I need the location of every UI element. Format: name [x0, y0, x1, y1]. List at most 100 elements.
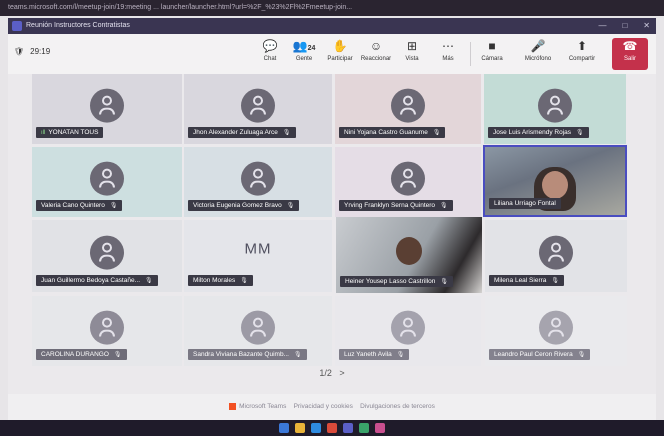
- participant-tile[interactable]: CAROLINA DURANGO 🎙: [32, 296, 182, 366]
- next-page-button[interactable]: >: [339, 368, 344, 378]
- participant-name: ıll YONATAN TOUS: [36, 127, 104, 138]
- page-indicator: 1/2: [319, 368, 332, 378]
- avatar-icon: [90, 161, 124, 196]
- share-button[interactable]: ⬆ Compartir: [564, 38, 600, 70]
- participant-initials: MM: [244, 240, 272, 258]
- close-button[interactable]: ✕: [643, 18, 650, 34]
- footer-brand: Microsoft Teams: [239, 403, 287, 410]
- third-party-link[interactable]: Divulgaciones de terceros: [360, 403, 435, 410]
- react-button[interactable]: ☺ Reaccionar: [358, 38, 394, 70]
- toolbar-divider: [470, 42, 471, 66]
- avatar-icon: [391, 310, 425, 345]
- leave-button[interactable]: ☎ Salir: [612, 38, 648, 70]
- mic-muted-icon: 🎙: [432, 130, 441, 136]
- view-button[interactable]: ⊞ Vista: [394, 38, 430, 70]
- participant-tile[interactable]: ıll YONATAN TOUS: [32, 74, 182, 144]
- mic-muted-icon: 🎙: [576, 130, 584, 136]
- chrome-icon[interactable]: [327, 423, 337, 433]
- mic-muted-icon: 🎙: [294, 352, 302, 358]
- privacy-link[interactable]: Privacidad y cookies: [294, 403, 353, 410]
- more-button[interactable]: ⋯ Más: [430, 38, 466, 70]
- participant-name: Luz Yaneth Avila 🎙: [339, 349, 410, 360]
- window-title: Reunión Instructores Contratistas: [26, 22, 130, 29]
- participant-tile[interactable]: Yrving Franklyn Serna Quintero 🎙: [335, 147, 481, 217]
- avatar-icon: [241, 88, 275, 123]
- participant-name: Sandra Viviana Bazante Quimb... 🎙: [188, 349, 307, 360]
- participant-tile[interactable]: Juan Guillermo Bedoya Castañe... 🎙: [32, 220, 182, 292]
- avatar-icon: [539, 310, 573, 345]
- gallery-pager: 1/2 >: [8, 368, 656, 378]
- participant-name: Jhon Alexander Zuluaga Arce 🎙: [188, 127, 296, 138]
- participant-video-tile[interactable]: Heiner Yousep Lasso Castrillon 🎙: [336, 217, 482, 293]
- participant-name: Leandro Paul Ceron Rivera 🎙: [489, 349, 591, 360]
- mic-muted-icon: 🎙: [286, 203, 295, 209]
- participant-name: Valeria Cano Quintero 🎙: [36, 200, 123, 211]
- teams-icon[interactable]: [343, 423, 353, 433]
- mic-muted-icon: 🎙: [282, 130, 291, 136]
- avatar-icon: [539, 235, 573, 270]
- raise-hand-button[interactable]: ✋ Participar: [322, 38, 358, 70]
- participant-name: Jose Luis Arismendy Rojas 🎙: [488, 127, 589, 138]
- timer-text: 29:19: [30, 47, 51, 56]
- avatar-icon: [90, 235, 124, 270]
- participant-tile[interactable]: Luz Yaneth Avila 🎙: [335, 296, 481, 366]
- minimize-button[interactable]: —: [598, 18, 606, 34]
- participant-name: Victoria Eugenia Gomez Bravo 🎙: [188, 200, 300, 211]
- mic-muted-icon: 🎙: [396, 352, 405, 358]
- participant-name: Heiner Yousep Lasso Castrillon 🎙: [340, 276, 453, 287]
- folder-icon[interactable]: [295, 423, 305, 433]
- camera-button[interactable]: ■ Cámara: [474, 38, 510, 70]
- participant-tile[interactable]: Nini Yojana Castro Guanume 🎙: [335, 74, 481, 144]
- mic-muted-icon: 🎙: [145, 278, 153, 284]
- signal-bars-icon: ıll: [41, 130, 46, 136]
- avatar-icon: [90, 310, 124, 345]
- chat-icon: 💬: [262, 39, 278, 53]
- chat-button[interactable]: 💬 Chat: [252, 38, 288, 70]
- mic-muted-icon: 🎙: [240, 278, 248, 284]
- start-icon[interactable]: [279, 423, 289, 433]
- participant-tile[interactable]: Victoria Eugenia Gomez Bravo 🎙: [184, 147, 332, 217]
- participant-name: Liliana Urriago Fontal: [489, 198, 561, 209]
- microphone-button[interactable]: 🎤 Micrófono: [520, 38, 556, 70]
- video-face: [542, 171, 568, 200]
- app-icon[interactable]: [359, 423, 369, 433]
- participant-video-tile[interactable]: Liliana Urriago Fontal: [483, 145, 627, 217]
- people-button[interactable]: 👥24 Gente: [286, 38, 322, 70]
- meeting-toolbar: 🛡 29:19 💬 Chat 👥24 Gente ✋ Participar ☺ …: [8, 34, 656, 75]
- participant-tile[interactable]: Leandro Paul Ceron Rivera 🎙: [485, 296, 627, 366]
- edge-icon[interactable]: [311, 423, 321, 433]
- os-taskbar: [0, 420, 664, 436]
- mic-muted-icon: 🎙: [577, 352, 586, 358]
- meeting-timer: 🛡 29:19: [14, 47, 50, 56]
- app-icon[interactable]: [375, 423, 385, 433]
- screen: teams.microsoft.com/l/meetup-join/19:mee…: [0, 0, 664, 436]
- phone-icon: ☎: [622, 39, 638, 53]
- participant-name: Milena Leal Sierra 🎙: [489, 275, 565, 286]
- participant-name: CAROLINA DURANGO 🎙: [36, 349, 127, 360]
- more-icon: ⋯: [442, 39, 454, 53]
- mic-icon: 🎤: [530, 39, 546, 53]
- mic-muted-icon: 🎙: [440, 279, 448, 285]
- avatar-icon: [391, 161, 425, 196]
- participant-name: Yrving Franklyn Serna Quintero 🎙: [339, 200, 453, 211]
- page-footer: Microsoft Teams Privacidad y cookies Div…: [8, 394, 656, 420]
- mic-muted-icon: 🎙: [551, 278, 560, 284]
- mic-muted-icon: 🎙: [109, 203, 118, 209]
- participant-name: Milton Morales 🎙: [188, 275, 253, 286]
- participant-gallery: ıll YONATAN TOUS Jhon Alexander Zuluaga A…: [8, 74, 656, 394]
- shield-icon: 🛡: [14, 47, 25, 56]
- smile-icon: ☺: [369, 39, 383, 53]
- participant-tile[interactable]: Jhon Alexander Zuluaga Arce 🎙: [184, 74, 332, 144]
- people-count: 24: [307, 45, 316, 52]
- window-titlebar: Reunión Instructores Contratistas — □ ✕: [8, 18, 656, 34]
- participant-tile[interactable]: MM Milton Morales 🎙: [184, 220, 332, 292]
- avatar-icon: [241, 310, 275, 345]
- participant-tile[interactable]: Valeria Cano Quintero 🎙: [32, 147, 182, 217]
- share-icon: ⬆: [576, 39, 588, 53]
- avatar-icon: [538, 88, 572, 123]
- maximize-button[interactable]: □: [622, 18, 627, 34]
- browser-address-bar[interactable]: teams.microsoft.com/l/meetup-join/19:mee…: [0, 0, 664, 16]
- participant-tile[interactable]: Sandra Viviana Bazante Quimb... 🎙: [184, 296, 332, 366]
- participant-tile[interactable]: Jose Luis Arismendy Rojas 🎙: [484, 74, 626, 144]
- participant-tile[interactable]: Milena Leal Sierra 🎙: [485, 220, 627, 292]
